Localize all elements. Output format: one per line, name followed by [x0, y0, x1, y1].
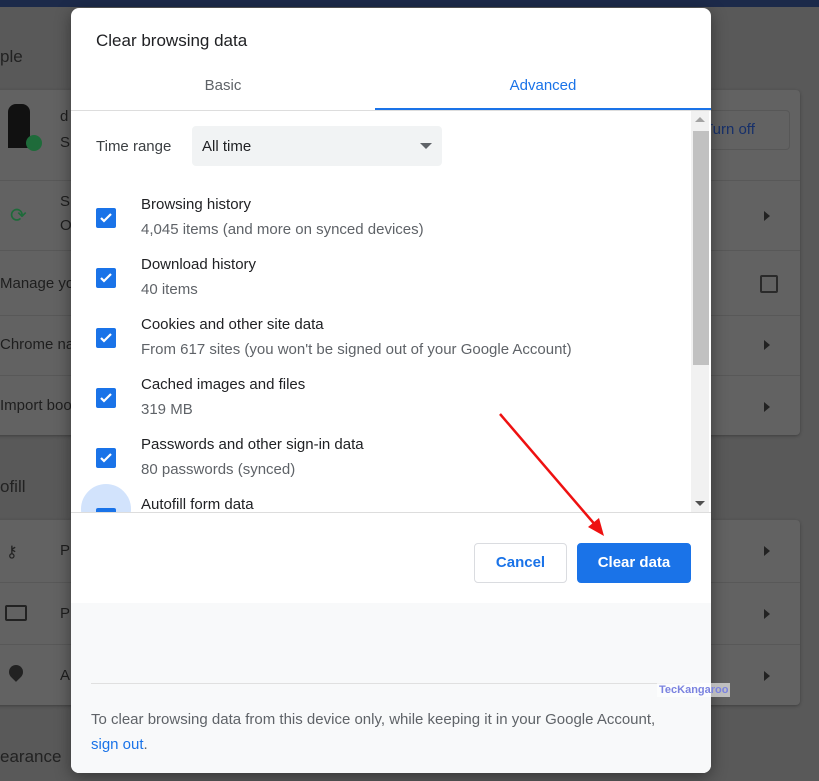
annotation-arrow-icon — [499, 413, 604, 536]
